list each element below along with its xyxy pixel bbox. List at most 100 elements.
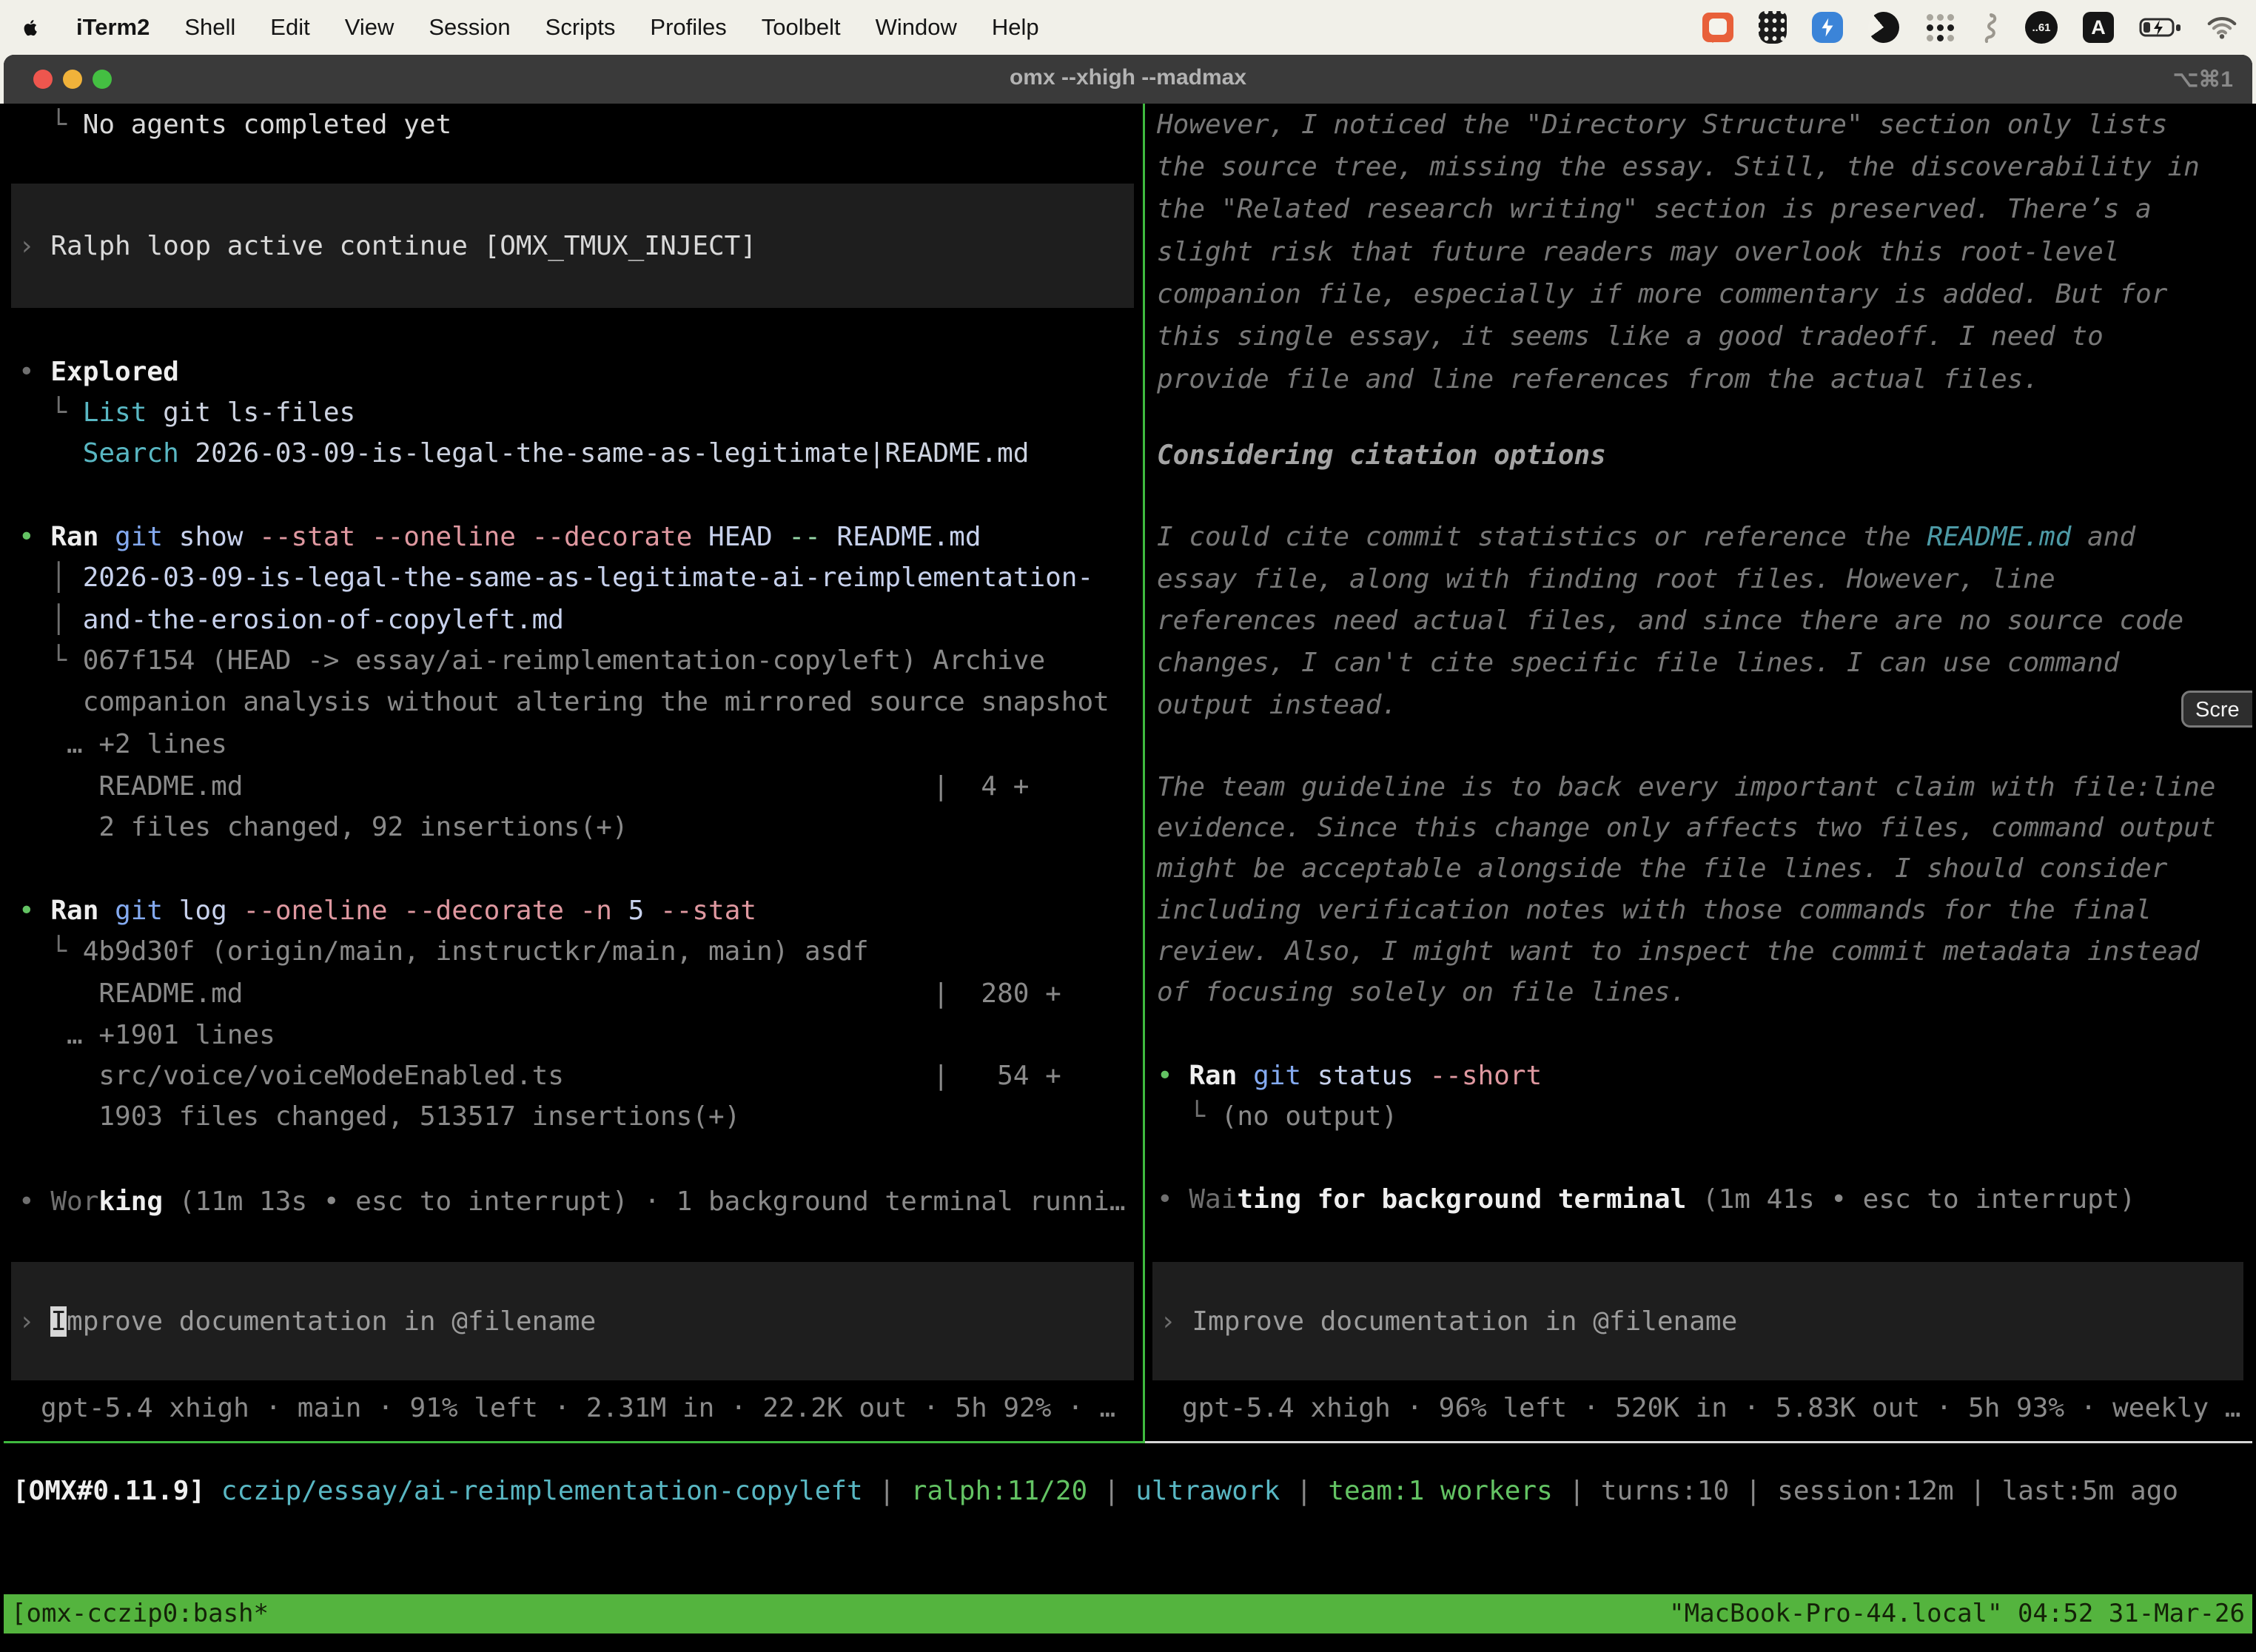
pane-left[interactable]: › Ralph loop active continue [OMX_TMUX_I… — [4, 104, 1145, 1443]
text-segment: king — [98, 1186, 163, 1217]
gauge-61-icon[interactable]: ..61 — [2025, 11, 2058, 44]
text-segment: [OMX#0.11.9] — [13, 1476, 205, 1506]
menu-item-profiles[interactable]: Profiles — [650, 14, 726, 41]
text-segment: log — [163, 896, 227, 926]
terminal-line: 1903 files changed, 513517 insertions(+) — [19, 1095, 1140, 1138]
text-segment: Wor — [50, 1186, 98, 1217]
letter-a-icon[interactable]: A — [2083, 12, 2114, 43]
text-segment: Ralph loop active continue [OMX_TMUX_INJ… — [50, 231, 756, 261]
text-segment: this single essay, it seems like a good … — [1157, 321, 2104, 352]
text-segment: Ran — [1189, 1061, 1237, 1091]
text-segment: show — [163, 522, 243, 552]
text-segment: │ — [19, 563, 83, 593]
menu-item-toolbelt[interactable]: Toolbelt — [762, 14, 841, 41]
text-segment: (1m 41s • esc to interrupt) — [1686, 1184, 2135, 1215]
text-segment: (11m 13s • esc to interrupt) · 1 backgro… — [163, 1186, 1125, 1217]
menu-item-shell[interactable]: Shell — [184, 14, 235, 41]
menu-item-edit[interactable]: Edit — [270, 14, 309, 41]
text-segment: src/voice/voiceModeEnabled.ts | 54 + — [19, 1061, 1061, 1091]
text-segment: • — [19, 522, 50, 552]
terminal[interactable]: › Ralph loop active continue [OMX_TMUX_I… — [4, 104, 2252, 1652]
menu-item-help[interactable]: Help — [992, 14, 1039, 41]
menu-item-view[interactable]: View — [345, 14, 395, 41]
chat-badge-icon[interactable] — [1702, 13, 1733, 42]
text-segment: companion file, especially if more comme… — [1157, 279, 2167, 309]
text-segment: essay file, along with finding root file… — [1157, 564, 2055, 594]
text-segment: • — [1157, 1061, 1189, 1091]
text-segment: Wai — [1189, 1184, 1237, 1215]
tmux-host-time-label: "MacBook-Pro-44.local" 04:52 31-Mar-26 — [1669, 1594, 2245, 1633]
text-segment: └ — [1157, 1101, 1221, 1132]
text-segment: ralph:11/20 — [911, 1476, 1087, 1506]
dots-grid-icon[interactable] — [1924, 12, 1955, 43]
terminal-line: └ No agents completed yet — [19, 104, 1140, 146]
screen: iTerm2 Shell Edit View Session Scripts P… — [0, 0, 2256, 1652]
text-segment: Considering citation options — [1157, 440, 1606, 471]
text-segment: companion analysis without altering the … — [19, 687, 1109, 717]
terminal-line: • Ran git status --short — [1157, 1055, 2249, 1097]
text-segment: … +2 lines — [19, 729, 227, 759]
text-segment: README.md | 280 + — [19, 978, 1061, 1009]
text-segment: Ran — [50, 522, 98, 552]
text-segment: … +1901 lines — [19, 1020, 275, 1050]
terminal-line: • Explored — [19, 351, 1140, 393]
text-segment: evidence. Since this change only affects… — [1157, 813, 2215, 843]
text-segment: changes, I can't cite specific file line… — [1157, 648, 2119, 678]
menu-item-scripts[interactable]: Scripts — [545, 14, 616, 41]
terminal-line: evidence. Since this change only affects… — [1157, 807, 2249, 849]
menu-item-session[interactable]: Session — [429, 14, 510, 41]
tmux-status-bar: [omx-cczip0:bash* "MacBook-Pro-44.local"… — [4, 1594, 2252, 1633]
terminal-line: • Waiting for background terminal (1m 41… — [1157, 1178, 2249, 1220]
terminal-line: I could cite commit statistics or refere… — [1157, 516, 2249, 558]
text-segment: 4b9d30f (origin/main, instructkr/main, m… — [83, 936, 869, 967]
text-segment: ultrawork — [1135, 1476, 1280, 1506]
text-segment: | — [1087, 1476, 1135, 1506]
text-segment: the "Related research writing" section i… — [1157, 194, 2152, 224]
titlebar[interactable]: omx --xhigh --madmax ⌥⌘1 — [4, 55, 2252, 104]
left-prompt-input[interactable]: › Improve documentation in @filename — [11, 1262, 1134, 1380]
wifi-icon[interactable] — [2207, 16, 2237, 39]
terminal-line: • Working (11m 13s • esc to interrupt) ·… — [19, 1181, 1140, 1223]
text-segment: └ — [19, 397, 83, 428]
text-segment: of focusing solely on file lines. — [1157, 977, 1686, 1007]
pane-right[interactable]: › Improve documentation in @filename gpt… — [1145, 104, 2252, 1443]
text-segment: git — [1237, 1061, 1301, 1091]
terminal-line: might be acceptable alongside the file l… — [1157, 847, 2249, 890]
terminal-line: └ List git ls-files — [19, 392, 1140, 434]
text-segment: › — [19, 1306, 50, 1337]
text-segment: 2026-03-09-is-legal-the-same-as-legitima… — [83, 563, 1093, 593]
text-segment: cczip/essay/ai-reimplementation-copyleft — [205, 1476, 863, 1506]
keypad-shield-icon[interactable] — [1759, 11, 1787, 44]
terminal-line: provide file and line references from th… — [1157, 358, 2249, 400]
right-prompt-input[interactable]: › Improve documentation in @filename — [1152, 1262, 2243, 1380]
text-segment: 1903 files changed, 513517 insertions(+) — [19, 1101, 740, 1132]
text-segment: Explored — [50, 357, 178, 387]
menu-item-window[interactable]: Window — [876, 14, 957, 41]
text-segment: and — [2071, 522, 2135, 552]
apple-menu-icon[interactable] — [19, 15, 41, 40]
terminal-line: 2 files changed, 92 insertions(+) — [19, 806, 1140, 848]
battery-icon[interactable] — [2139, 16, 2182, 39]
seahorse-icon[interactable] — [1981, 12, 2000, 43]
pie-icon[interactable] — [1868, 12, 1899, 43]
terminal-line: including verification notes with those … — [1157, 889, 2249, 931]
text-segment: └ — [19, 110, 83, 140]
bolt-badge-icon[interactable] — [1812, 12, 1843, 43]
text-segment: ting for background terminal — [1237, 1184, 1686, 1215]
ralph-message-box: › Ralph loop active continue [OMX_TMUX_I… — [11, 184, 1134, 308]
text-segment: 2 files changed, 92 insertions(+) — [19, 812, 628, 842]
text-segment: └ — [19, 645, 83, 676]
text-segment: List — [83, 397, 147, 428]
terminal-line: └ 067f154 (HEAD -> essay/ai-reimplementa… — [19, 639, 1140, 682]
menu-item-iterm2[interactable]: iTerm2 — [76, 14, 150, 41]
terminal-line: │ 2026-03-09-is-legal-the-same-as-legiti… — [19, 557, 1140, 599]
terminal-line: the source tree, missing the essay. Stil… — [1157, 146, 2249, 188]
terminal-line: └ (no output) — [1157, 1095, 2249, 1138]
text-segment: --oneline --decorate -n — [227, 896, 612, 926]
text-segment: team:1 workers — [1328, 1476, 1552, 1506]
terminal-line: slight risk that future readers may over… — [1157, 231, 2249, 273]
terminal-line: README.md | 280 + — [19, 973, 1140, 1015]
text-segment: I — [50, 1306, 67, 1337]
text-segment: Ran — [50, 896, 98, 926]
terminal-line: output instead. — [1157, 684, 2249, 726]
